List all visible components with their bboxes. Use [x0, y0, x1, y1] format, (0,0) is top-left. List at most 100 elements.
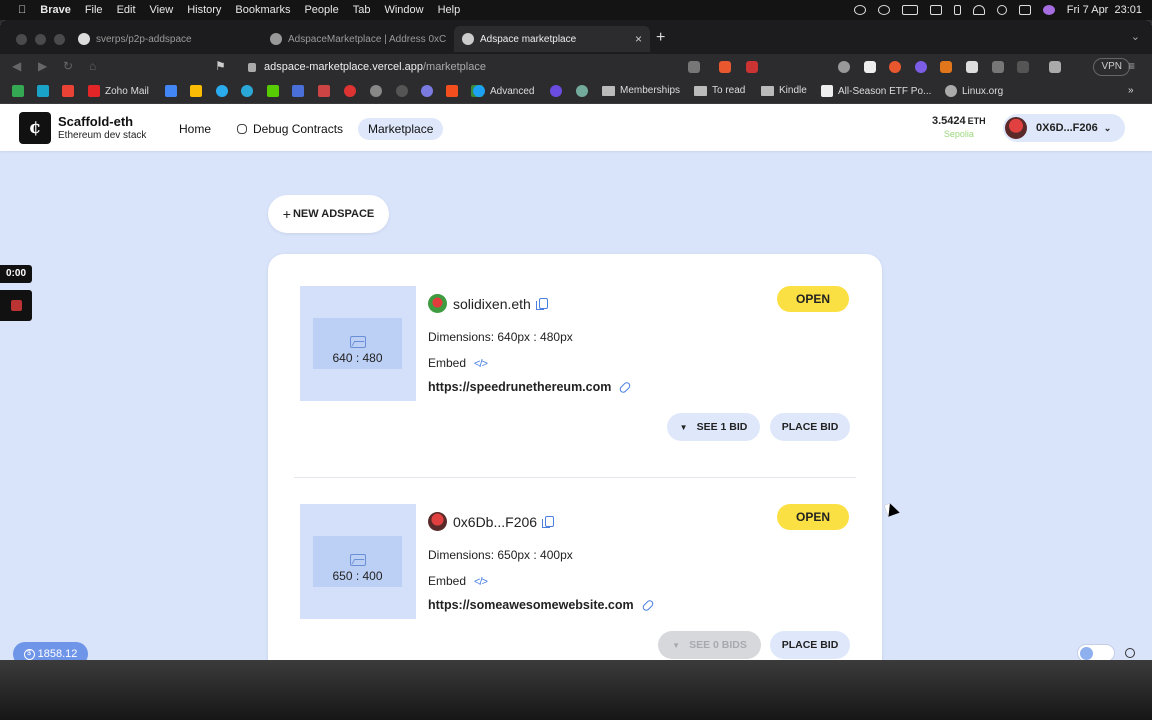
bookmark-chatgpt[interactable]	[576, 85, 588, 97]
see-bids-button[interactable]: ▼ SEE 0 BIDS	[658, 631, 761, 659]
ad-url[interactable]: https://someawesomewebsite.com	[428, 598, 655, 612]
nav-marketplace[interactable]: Marketplace	[358, 118, 444, 140]
bookmark-advanced[interactable]: Advanced	[473, 85, 534, 97]
nav-debug-contracts[interactable]: Debug Contracts	[227, 118, 353, 140]
macos-menubar:  Brave File Edit View History Bookmarks…	[0, 0, 1152, 20]
close-tab-icon[interactable]: ×	[635, 32, 642, 46]
control-center-icon[interactable]	[1018, 5, 1031, 15]
extension-moon-icon[interactable]	[838, 61, 850, 73]
copy-icon[interactable]	[542, 516, 555, 528]
minimize-window-button[interactable]	[35, 34, 46, 45]
bluetooth-icon[interactable]	[953, 5, 961, 15]
bookmark-duolingo[interactable]	[267, 85, 279, 97]
metamask-icon[interactable]	[940, 61, 952, 73]
bookmark-folder-memberships[interactable]: Memberships	[602, 85, 680, 96]
volume-icon[interactable]	[929, 5, 942, 15]
owner-avatar	[428, 294, 447, 313]
see-bids-button[interactable]: ▼ SEE 1 BID	[667, 413, 760, 441]
extension-i-icon[interactable]	[864, 61, 876, 73]
browser-menu-icon[interactable]: ≡	[1128, 59, 1135, 73]
menu-tab[interactable]: Tab	[353, 4, 371, 16]
stop-recording-button[interactable]	[0, 290, 32, 321]
menu-edit[interactable]: Edit	[117, 4, 136, 16]
bookmark-folder-to-read[interactable]: To read	[694, 85, 745, 96]
bookmark-calendar[interactable]	[165, 85, 177, 97]
code-icon[interactable]: </>	[474, 358, 488, 370]
copy-icon[interactable]	[535, 298, 548, 310]
menu-history[interactable]: History	[187, 4, 221, 16]
menu-file[interactable]: File	[85, 4, 103, 16]
bookmark-gmail[interactable]	[62, 85, 74, 97]
bookmark-dots[interactable]	[344, 85, 356, 97]
share-icon[interactable]	[688, 61, 700, 73]
home-icon[interactable]: ⌂	[89, 59, 96, 73]
new-tab-icon[interactable]: +	[656, 29, 665, 47]
zoom-window-button[interactable]	[54, 34, 65, 45]
wifi-icon[interactable]	[972, 5, 985, 15]
bookmark-zoho-mail[interactable]: Zoho Mail	[88, 85, 149, 97]
bookmarks-overflow-icon[interactable]: »	[1128, 85, 1134, 96]
siri-icon[interactable]	[1042, 5, 1055, 15]
bookmark-linux[interactable]: Linux.org	[945, 85, 1003, 97]
bookmark-page-icon[interactable]: ⚑	[215, 59, 226, 73]
bookmark-purple[interactable]	[550, 85, 562, 97]
ad-size: 650 : 400	[332, 569, 383, 583]
bookmark-globe[interactable]	[421, 85, 433, 97]
bookmark-figma[interactable]	[446, 85, 458, 97]
scaffold-eth-logo[interactable]: ¢	[19, 112, 51, 144]
extension-r-icon[interactable]	[966, 61, 978, 73]
brave-rewards-icon[interactable]	[746, 61, 758, 73]
status-clock-icon[interactable]	[877, 5, 890, 15]
menu-help[interactable]: Help	[438, 4, 461, 16]
account-dropdown[interactable]: 0X6D...F206 ⌄	[1003, 114, 1125, 142]
menu-app-name[interactable]: Brave	[40, 4, 71, 16]
bookmark-flag[interactable]	[318, 85, 330, 97]
globe-icon	[421, 85, 433, 97]
bookmark-compass[interactable]	[241, 85, 253, 97]
bookmark-app[interactable]	[37, 85, 49, 97]
bookmark-folder-kindle[interactable]: Kindle	[761, 85, 807, 96]
bookmark-github[interactable]	[396, 85, 408, 97]
back-icon[interactable]: ◀	[12, 59, 21, 73]
spotlight-search-icon[interactable]	[996, 5, 1007, 15]
tab-etherscan[interactable]: AdspaceMarketplace | Address 0xC	[262, 26, 450, 52]
eth-price-badge[interactable]: $1858.12	[13, 642, 88, 660]
battery-icon[interactable]	[901, 5, 918, 15]
vpn-button[interactable]: VPN	[1093, 58, 1130, 76]
code-icon[interactable]: </>	[474, 576, 488, 588]
forward-icon[interactable]: ▶	[38, 59, 47, 73]
tab-list-chevron-icon[interactable]: ⌄	[1131, 30, 1140, 43]
new-adspace-button[interactable]: + NEW ADSPACE	[268, 195, 389, 233]
nav-home[interactable]: Home	[169, 118, 221, 140]
chevron-down-icon: ⌄	[1103, 122, 1112, 133]
menu-people[interactable]: People	[304, 4, 338, 16]
bookmark-t[interactable]	[292, 85, 304, 97]
bookmark-google-drive[interactable]	[12, 85, 24, 97]
bookmark-drive[interactable]	[190, 85, 202, 97]
toggle-knob	[1080, 647, 1093, 660]
ad-url[interactable]: https://speedrunethereum.com	[428, 380, 633, 394]
menu-bookmarks[interactable]: Bookmarks	[235, 4, 290, 16]
reload-icon[interactable]: ↻	[63, 59, 73, 73]
brave-shields-icon[interactable]	[719, 61, 731, 73]
place-bid-button[interactable]: PLACE BID	[770, 631, 850, 659]
wallet-icon[interactable]	[1049, 61, 1061, 73]
tab-github[interactable]: sverps/p2p-addspace	[70, 26, 258, 52]
theme-toggle[interactable]	[1077, 644, 1115, 660]
bookmark-gear[interactable]	[370, 85, 382, 97]
bookmark-telegram[interactable]	[216, 85, 228, 97]
menu-view[interactable]: View	[150, 4, 174, 16]
place-bid-button[interactable]: PLACE BID	[770, 413, 850, 441]
tab-adspace-marketplace[interactable]: Adspace marketplace ×	[454, 26, 650, 52]
extensions-puzzle-icon[interactable]	[992, 61, 1004, 73]
image-icon	[349, 336, 366, 348]
extension-purple-icon[interactable]	[915, 61, 927, 73]
sidebar-icon[interactable]	[1017, 61, 1029, 73]
close-window-button[interactable]	[16, 34, 27, 45]
menubar-datetime[interactable]: Fri 7 Apr 23:01	[1067, 4, 1142, 16]
status-gear-icon[interactable]	[853, 5, 866, 15]
extension-orange-icon[interactable]	[889, 61, 901, 73]
menu-window[interactable]: Window	[384, 4, 423, 16]
bookmark-etf[interactable]: All-Season ETF Po...	[821, 85, 931, 97]
apple-icon[interactable]: 	[18, 4, 26, 16]
